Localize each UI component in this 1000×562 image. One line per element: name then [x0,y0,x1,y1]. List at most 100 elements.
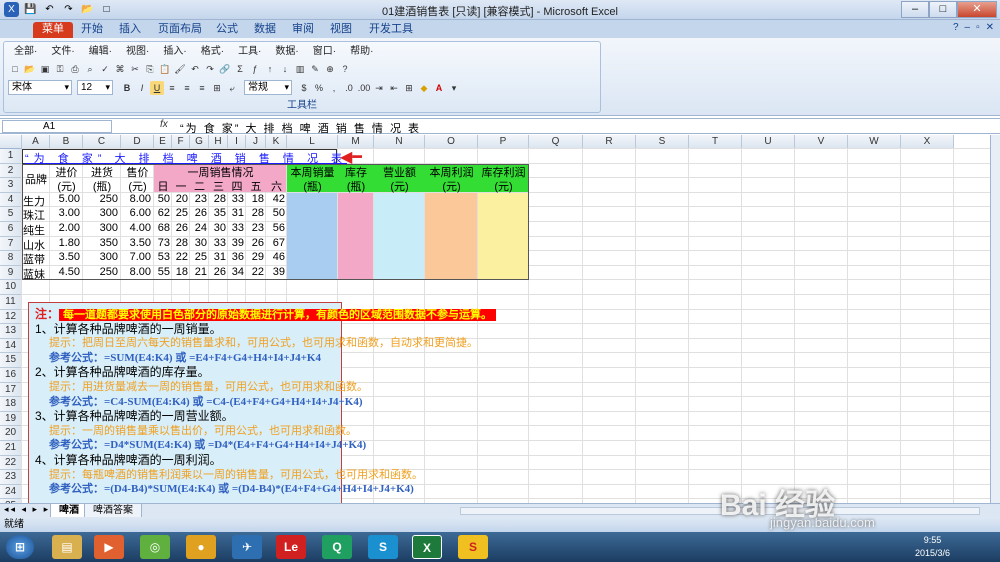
more-options-icon[interactable]: ▾ [447,81,461,95]
row-header-10[interactable]: 10 [0,280,22,295]
sheet-tab-beer[interactable]: 啤酒 [50,504,88,518]
tab-data[interactable]: 数据 [250,22,280,38]
function-icon[interactable]: ƒ [248,62,262,76]
column-header-R[interactable]: R [583,135,636,149]
menu-data[interactable]: 数据· [269,45,304,59]
menu-edit[interactable]: 编辑· [83,45,118,59]
ribbon-minimize-icon[interactable]: – [965,22,971,33]
merge-center-icon[interactable]: ⊞ [210,81,224,95]
start-button[interactable]: ⊞ [6,535,34,559]
column-header-C[interactable]: C [83,135,121,149]
font-name-select[interactable]: 宋体 [8,80,72,95]
iqiyi-icon[interactable]: Q [322,535,352,559]
indent-icon[interactable]: ⇥ [372,81,386,95]
column-header-Q[interactable]: Q [529,135,583,149]
minimize-button[interactable]: – [901,1,929,18]
open-file-icon[interactable]: 📂 [23,62,37,76]
column-header-S[interactable]: S [636,135,689,149]
row-header-8[interactable]: 8 [0,251,22,266]
save-file-icon[interactable]: ▣ [38,62,52,76]
tab-formulas[interactable]: 公式 [212,22,242,38]
sogou-icon[interactable]: S [458,535,488,559]
app-s-icon[interactable]: S [368,535,398,559]
spelling-icon[interactable]: ✓ [98,62,112,76]
research-icon[interactable]: ⌘ [113,62,127,76]
row-header-14[interactable]: 14 [0,338,22,354]
select-all-corner[interactable] [0,135,22,149]
column-header-B[interactable]: B [50,135,83,149]
bird-app-icon[interactable]: ✈ [232,535,262,559]
row-header-1[interactable]: 1 [0,149,22,164]
menu-format[interactable]: 格式· [195,45,230,59]
currency-icon[interactable]: $ [297,81,311,95]
column-header-W[interactable]: W [848,135,901,149]
row-header-9[interactable]: 9 [0,265,22,281]
column-header-K[interactable]: K [266,135,287,149]
media-player-icon[interactable]: ▶ [94,535,124,559]
chrome-icon[interactable]: ● [186,535,216,559]
wrap-icon[interactable]: ⤶ [225,81,239,95]
chart-icon[interactable]: ▥ [293,62,307,76]
insert-function-icon[interactable]: fx [160,119,168,130]
column-header-U[interactable]: U [742,135,795,149]
column-header-N[interactable]: N [374,135,425,149]
vertical-scrollbar[interactable] [990,135,1000,503]
row-header-5[interactable]: 5 [0,207,22,222]
font-color-icon[interactable]: A [432,81,446,95]
column-header-P[interactable]: P [478,135,529,149]
borders-icon[interactable]: ⊞ [402,81,416,95]
column-header-I[interactable]: I [228,135,246,149]
row-header-6[interactable]: 6 [0,222,22,237]
bold-button[interactable]: B [120,81,134,95]
fill-color-icon[interactable]: ◆ [417,81,431,95]
excel-taskbar-icon[interactable]: X [412,535,442,559]
drawing-icon[interactable]: ✎ [308,62,322,76]
underline-button[interactable]: U [150,80,164,95]
row-header-13[interactable]: 13 [0,324,22,339]
autosum-icon[interactable]: Σ [233,62,247,76]
tab-view[interactable]: 视图 [326,22,356,38]
row-header-23[interactable]: 23 [0,470,22,485]
column-header-A[interactable]: A [22,135,50,149]
format-painter-icon[interactable]: 🖌 [173,62,187,76]
row-header-11[interactable]: 11 [0,295,22,310]
cut-icon[interactable]: ✂ [128,62,142,76]
maximize-button[interactable]: □ [929,1,957,18]
help-icon[interactable]: ? [953,22,959,33]
increase-decimal-icon[interactable]: .0 [342,81,356,95]
tab-review[interactable]: 审阅 [288,22,318,38]
new-file-icon[interactable]: □ [8,62,22,76]
align-right-icon[interactable]: ≡ [195,81,209,95]
print-preview-icon[interactable]: ⌕ [83,62,97,76]
column-header-G[interactable]: G [190,135,209,149]
row-header-15[interactable]: 15 [0,353,22,368]
copy-icon[interactable]: ⎘ [143,62,157,76]
row-header-20[interactable]: 20 [0,426,22,441]
hyperlink-icon[interactable]: 🔗 [218,62,232,76]
row-header-18[interactable]: 18 [0,397,22,412]
browser-360-icon[interactable]: ◎ [140,535,170,559]
font-size-select[interactable]: 12 [77,80,113,95]
formula-content[interactable]: “为 食 家” 大 排 档 啤 酒 销 售 情 况 表 [180,120,421,136]
sort-desc-icon[interactable]: ↓ [278,62,292,76]
sheet-nav-icon[interactable]: ◂◂ ◂ ▸ ▸▸ [4,504,57,515]
tab-menu[interactable]: 菜单 [33,22,73,38]
explorer-icon[interactable]: ▤ [52,535,82,559]
number-format-select[interactable]: 常规 [244,80,292,95]
column-header-H[interactable]: H [209,135,228,149]
redo-tool-icon[interactable]: ↷ [203,62,217,76]
column-header-F[interactable]: F [172,135,190,149]
ribbon-close-icon[interactable]: ✕ [986,22,994,33]
row-header-7[interactable]: 7 [0,236,22,252]
menu-help[interactable]: 帮助· [344,45,379,59]
row-header-17[interactable]: 17 [0,382,22,398]
sort-asc-icon[interactable]: ↑ [263,62,277,76]
tab-home[interactable]: 开始 [77,22,107,38]
print-icon[interactable]: ⎙ [68,62,82,76]
column-header-O[interactable]: O [425,135,478,149]
name-box[interactable]: A1 [2,120,112,133]
sheet-tab-answer[interactable]: 啤酒答案 [84,504,142,518]
column-header-D[interactable]: D [121,135,154,149]
menu-insert[interactable]: 插入· [157,45,192,59]
letv-icon[interactable]: Le [276,535,306,559]
